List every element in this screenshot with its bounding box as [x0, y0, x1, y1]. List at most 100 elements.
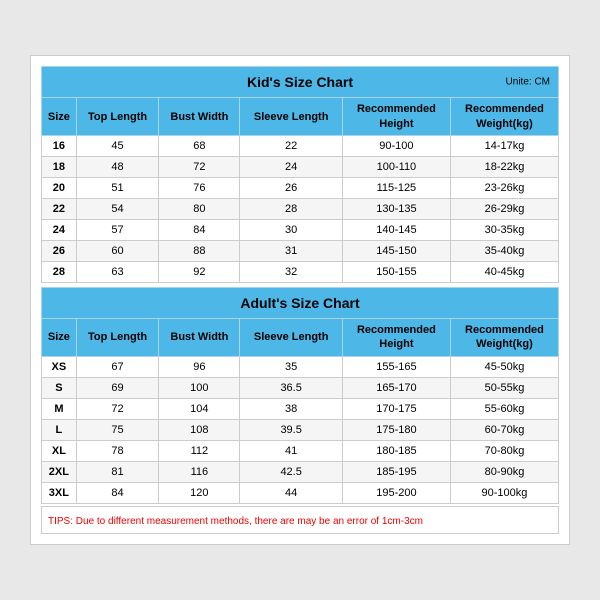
- table-cell: 88: [159, 241, 240, 262]
- table-cell: 3XL: [42, 482, 77, 503]
- table-cell: 35: [240, 356, 343, 377]
- adults-col-header: Sleeve Length: [240, 319, 343, 357]
- table-row: 18487224100-11018-22kg: [42, 157, 559, 178]
- kids-title: Kid's Size Chart Unite: CM: [42, 67, 559, 98]
- table-row: XS679635155-16545-50kg: [42, 356, 559, 377]
- table-cell: L: [42, 419, 77, 440]
- table-cell: 18-22kg: [450, 157, 558, 178]
- table-cell: 28: [240, 199, 343, 220]
- table-cell: 63: [76, 262, 159, 283]
- table-cell: 72: [76, 398, 159, 419]
- table-cell: 41: [240, 440, 343, 461]
- table-cell: 84: [159, 220, 240, 241]
- table-cell: 100: [159, 377, 240, 398]
- adults-table-body: XS679635155-16545-50kgS6910036.5165-1705…: [42, 356, 559, 503]
- kids-table-body: 1645682290-10014-17kg184872 24 100-11018-2…: [42, 136, 559, 283]
- table-cell: S: [42, 377, 77, 398]
- table-cell: 72: [159, 157, 240, 178]
- table-cell: 140-145: [342, 220, 450, 241]
- adults-col-header: Recommended Weight(kg): [450, 319, 558, 357]
- size-chart-container: Kid's Size Chart Unite: CM SizeTop Lengt…: [30, 55, 570, 545]
- table-row: S6910036.5165-17050-55kg: [42, 377, 559, 398]
- table-row: 24578430140-14530-35kg: [42, 220, 559, 241]
- table-cell: 180-185: [342, 440, 450, 461]
- table-cell: 108: [159, 419, 240, 440]
- table-cell: 26-29kg: [450, 199, 558, 220]
- table-cell: 24: [42, 220, 77, 241]
- adults-chart-title: Adult's Size Chart: [240, 295, 359, 311]
- table-cell: 145-150: [342, 241, 450, 262]
- kids-col-header: Recommended Weight(kg): [450, 98, 558, 136]
- table-row: M7210438170-17555-60kg: [42, 398, 559, 419]
- table-cell: 70-80kg: [450, 440, 558, 461]
- adults-size-table: Adult's Size Chart SizeTop LengthBust Wi…: [41, 287, 559, 504]
- table-cell: 112: [159, 440, 240, 461]
- table-row: 28639232150-15540-45kg: [42, 262, 559, 283]
- table-cell: 69: [76, 377, 159, 398]
- adults-title: Adult's Size Chart: [42, 288, 559, 319]
- table-cell: 45-50kg: [450, 356, 558, 377]
- table-cell: 115-125: [342, 178, 450, 199]
- kids-col-header: Bust Width: [159, 98, 240, 136]
- table-cell: 35-40kg: [450, 241, 558, 262]
- table-cell: 18: [42, 157, 77, 178]
- table-cell: 170-175: [342, 398, 450, 419]
- table-cell: 60-70kg: [450, 419, 558, 440]
- table-cell: 48: [76, 157, 159, 178]
- kids-col-header: Sleeve Length: [240, 98, 343, 136]
- table-cell: 84: [76, 482, 159, 503]
- table-cell: 67: [76, 356, 159, 377]
- table-row: L7510839.5175-18060-70kg: [42, 419, 559, 440]
- table-cell: 165-170: [342, 377, 450, 398]
- table-cell: 116: [159, 461, 240, 482]
- adults-col-header: Recommended Height: [342, 319, 450, 357]
- table-cell: 130-135: [342, 199, 450, 220]
- table-cell: 16: [42, 136, 77, 157]
- table-cell: 75: [76, 419, 159, 440]
- table-cell: 45: [76, 136, 159, 157]
- table-cell: 20: [42, 178, 77, 199]
- kids-col-header: Recommended Height: [342, 98, 450, 136]
- tips-text: TIPS: Due to different measurement metho…: [48, 516, 423, 527]
- table-cell: 26: [42, 241, 77, 262]
- table-cell: 36.5: [240, 377, 343, 398]
- table-cell: 120: [159, 482, 240, 503]
- adults-col-header: Size: [42, 319, 77, 357]
- table-cell: 92: [159, 262, 240, 283]
- kids-unit-label: Unite: CM: [506, 76, 550, 89]
- table-row: 22548028130-13526-29kg: [42, 199, 559, 220]
- table-cell: 22: [42, 199, 77, 220]
- table-cell: 30: [240, 220, 343, 241]
- table-cell: 55-60kg: [450, 398, 558, 419]
- table-cell: 90-100: [342, 136, 450, 157]
- table-cell: 78: [76, 440, 159, 461]
- table-cell: 80: [159, 199, 240, 220]
- table-row: XL7811241180-18570-80kg: [42, 440, 559, 461]
- table-row: 2XL8111642.5185-19580-90kg: [42, 461, 559, 482]
- table-cell: 23-26kg: [450, 178, 558, 199]
- kids-chart-title: Kid's Size Chart: [247, 74, 353, 90]
- table-cell: 150-155: [342, 262, 450, 283]
- kids-col-header: Size: [42, 98, 77, 136]
- table-cell: 38: [240, 398, 343, 419]
- kids-col-header: Top Length: [76, 98, 159, 136]
- table-cell: 76: [159, 178, 240, 199]
- kids-size-table: Kid's Size Chart Unite: CM SizeTop Lengt…: [41, 66, 559, 283]
- table-cell: 175-180: [342, 419, 450, 440]
- table-cell: XS: [42, 356, 77, 377]
- table-cell: 195-200: [342, 482, 450, 503]
- table-cell: M: [42, 398, 77, 419]
- table-cell: 39.5: [240, 419, 343, 440]
- table-cell: 100-110: [342, 157, 450, 178]
- table-cell: 155-165: [342, 356, 450, 377]
- adults-col-header: Bust Width: [159, 319, 240, 357]
- table-cell: 30-35kg: [450, 220, 558, 241]
- table-cell: 68: [159, 136, 240, 157]
- table-row: 1645682290-10014-17kg: [42, 136, 559, 157]
- table-cell: 44: [240, 482, 343, 503]
- table-row: 20517626115-12523-26kg: [42, 178, 559, 199]
- table-cell: 81: [76, 461, 159, 482]
- adults-col-header: Top Length: [76, 319, 159, 357]
- table-cell: 51: [76, 178, 159, 199]
- table-cell: 90-100kg: [450, 482, 558, 503]
